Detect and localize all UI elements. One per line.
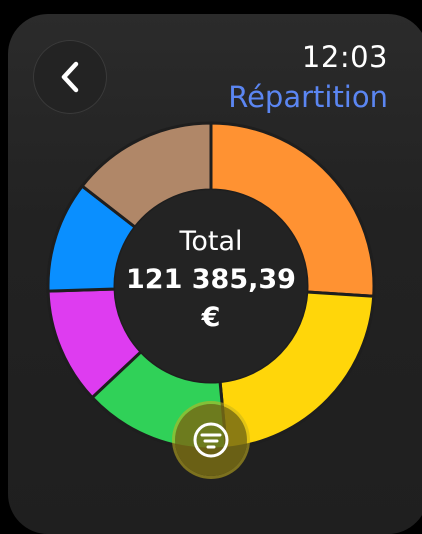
total-label: Total [179, 226, 243, 257]
filter-lines-icon [193, 422, 229, 458]
filter-button[interactable] [175, 404, 247, 476]
watch-screen: 12:03 Répartition Total 121 385,39 € [0, 0, 422, 534]
total-value: 121 385,39 [126, 264, 296, 295]
total-currency: € [201, 302, 221, 333]
